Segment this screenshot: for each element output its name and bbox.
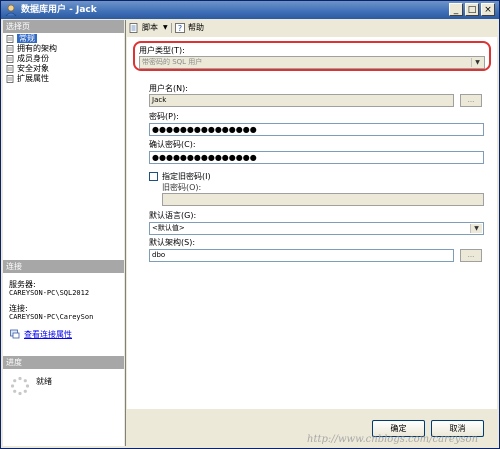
toolbar: 脚本 ▼ ? 帮助	[126, 20, 499, 36]
window-title: 数据库用户 - Jack	[21, 5, 97, 15]
page-item-membership[interactable]: 成员身份	[3, 54, 124, 64]
password-value: ●●●●●●●●●●●●●●●	[152, 125, 257, 134]
page-icon	[6, 45, 14, 53]
user-name-value: Jack	[152, 96, 167, 104]
user-type-select[interactable]: 带密码的 SQL 用户 ▼	[139, 56, 485, 69]
default-schema-value: dbo	[152, 251, 166, 259]
general-page-content: 用户类型(T): 带密码的 SQL 用户 ▼ 用户名(N): Jack ... …	[127, 37, 497, 409]
page-list: 常规 拥有的架构 成员身份 安全对象 扩展属性	[3, 34, 124, 84]
old-password-label: 旧密码(O):	[162, 183, 202, 192]
chevron-down-icon[interactable]: ▼	[163, 22, 168, 34]
page-item-securables[interactable]: 安全对象	[3, 64, 124, 74]
close-button[interactable]: ×	[481, 3, 495, 16]
user-name-field[interactable]: Jack	[149, 94, 454, 107]
progress-header: 进度	[3, 356, 124, 369]
old-password-field[interactable]	[162, 193, 484, 206]
server-value: CAREYSON-PC\SQL2012	[9, 289, 90, 297]
help-button[interactable]: 帮助	[188, 22, 204, 34]
script-icon	[129, 23, 138, 33]
dialog-window: 数据库用户 - Jack _ □ × 选择页 常规 拥有的架构 成员身份 安全对…	[0, 0, 500, 449]
confirm-password-value: ●●●●●●●●●●●●●●●	[152, 153, 257, 162]
page-icon	[6, 55, 14, 63]
page-item-extended-properties[interactable]: 扩展属性	[3, 74, 124, 84]
watermark: http://www.cnblogs.com/careyson	[307, 434, 479, 445]
page-item-label: 成员身份	[17, 54, 49, 63]
minimize-button[interactable]: _	[449, 3, 463, 16]
confirm-password-field[interactable]: ●●●●●●●●●●●●●●●	[149, 151, 484, 164]
user-type-label: 用户类型(T):	[139, 46, 185, 55]
maximize-button[interactable]: □	[465, 3, 479, 16]
password-label: 密码(P):	[149, 112, 179, 121]
connection-label: 连接:	[9, 304, 28, 313]
select-page-header: 选择页	[3, 20, 124, 33]
title-bar[interactable]: 数据库用户 - Jack _ □ ×	[1, 1, 499, 19]
default-language-select[interactable]: <默认值> ▼	[149, 222, 484, 235]
connection-value: CAREYSON-PC\CareySon	[9, 313, 94, 321]
page-item-label: 拥有的架构	[17, 44, 57, 53]
toolbar-separator	[171, 23, 172, 33]
default-language-value: <默认值>	[152, 224, 185, 232]
confirm-password-label: 确认密码(C):	[149, 140, 196, 149]
default-schema-label: 默认架构(S):	[149, 238, 196, 247]
page-item-label: 常规	[17, 34, 37, 43]
chevron-down-icon: ▼	[470, 224, 482, 233]
default-schema-browse-button[interactable]: ...	[460, 249, 482, 262]
view-connection-properties-link[interactable]: 查看连接属性	[24, 330, 72, 339]
default-schema-field[interactable]: dbo	[149, 249, 454, 262]
chevron-down-icon: ▼	[471, 58, 483, 67]
script-button[interactable]: 脚本	[142, 22, 158, 34]
connection-properties-icon	[10, 329, 20, 339]
default-language-label: 默认语言(G):	[149, 211, 197, 220]
server-label: 服务器:	[9, 280, 36, 289]
left-panel: 选择页 常规 拥有的架构 成员身份 安全对象 扩展属性 连接 服务器: CARE…	[3, 20, 124, 446]
specify-old-password-label: 指定旧密码(I)	[162, 172, 211, 181]
page-icon	[6, 35, 14, 43]
svg-text:?: ?	[178, 24, 182, 33]
password-field[interactable]: ●●●●●●●●●●●●●●●	[149, 123, 484, 136]
user-name-label: 用户名(N):	[149, 84, 188, 93]
user-name-browse-button[interactable]: ...	[460, 94, 482, 107]
page-item-general[interactable]: 常规	[3, 34, 124, 44]
specify-old-password-checkbox[interactable]	[149, 172, 158, 181]
page-item-owned-schemas[interactable]: 拥有的架构	[3, 44, 124, 54]
page-icon	[6, 65, 14, 73]
user-type-value: 带密码的 SQL 用户	[142, 58, 203, 66]
page-icon	[6, 75, 14, 83]
connection-header: 连接	[3, 260, 124, 273]
panel-divider	[125, 20, 126, 446]
progress-status: 就绪	[36, 377, 52, 386]
database-user-icon	[5, 4, 17, 16]
page-item-label: 扩展属性	[17, 74, 49, 83]
page-item-label: 安全对象	[17, 64, 49, 73]
progress-spinner-icon	[10, 376, 30, 396]
help-icon: ?	[175, 23, 185, 33]
